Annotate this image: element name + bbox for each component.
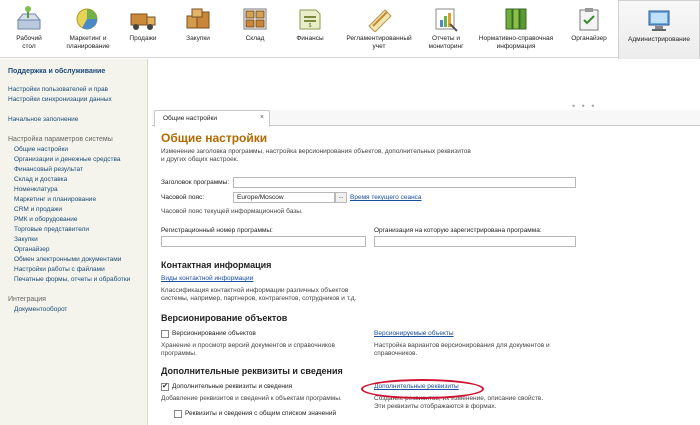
reg-number-input[interactable] bbox=[161, 236, 366, 247]
section-sales[interactable]: Продажи bbox=[118, 0, 168, 58]
warehouse-icon bbox=[243, 8, 267, 30]
tab-bar: Общие настройки × bbox=[152, 110, 700, 127]
section-warehouse[interactable]: Склад bbox=[228, 0, 282, 58]
marketing-icon bbox=[76, 8, 98, 30]
program-title-input[interactable] bbox=[233, 177, 576, 188]
section-reference[interactable]: Нормативно-справочная информация bbox=[472, 0, 560, 58]
timezone-input[interactable]: Europe/Moscow bbox=[233, 192, 335, 203]
highlight-annotation bbox=[361, 379, 484, 399]
sidebar: Поддержка и обслуживание Настройки польз… bbox=[0, 59, 148, 425]
contact-types-link[interactable]: Виды контактной информации bbox=[161, 275, 253, 282]
desktop-icon bbox=[16, 6, 42, 30]
sidebar-group-params: Настройка параметров системы bbox=[8, 136, 113, 143]
sidebar-item-sync[interactable]: Настройки синхронизации данных bbox=[8, 96, 112, 103]
versioning-checkbox[interactable] bbox=[161, 330, 169, 338]
section-label: Администрирование bbox=[628, 36, 690, 43]
section-label: Органайзер bbox=[571, 35, 607, 42]
section-admin[interactable]: Администрирование bbox=[618, 0, 700, 59]
sidebar-item-rmk[interactable]: РМК и оборудование bbox=[14, 216, 77, 223]
section-finance[interactable]: $ Финансы bbox=[282, 0, 338, 58]
sidebar-item-users[interactable]: Настройки пользователей и прав bbox=[8, 86, 108, 93]
section-label: Закупки bbox=[186, 35, 210, 42]
tab-general-settings[interactable]: Общие настройки × bbox=[154, 110, 270, 127]
section-accounting[interactable]: Регламентированный учет bbox=[338, 0, 420, 58]
common-list-checkbox[interactable] bbox=[174, 410, 182, 418]
sidebar-item-general[interactable]: Общие настройки bbox=[14, 146, 68, 153]
sidebar-item-edi[interactable]: Обмен электронными документами bbox=[14, 256, 121, 263]
reg-number-label: Регистрационный номер программы: bbox=[161, 227, 273, 234]
sidebar-item-purchases[interactable]: Закупки bbox=[14, 236, 38, 243]
sidebar-item-fin-result[interactable]: Финансовый результат bbox=[14, 166, 83, 173]
additional-checkbox[interactable]: ✔ bbox=[161, 383, 169, 391]
svg-text:$: $ bbox=[309, 23, 312, 29]
versioned-objects-link[interactable]: Версионируемые объекты bbox=[374, 330, 454, 337]
sidebar-item-marketing[interactable]: Маркетинг и планирование bbox=[14, 196, 96, 203]
page-title: Общие настройки bbox=[161, 131, 268, 145]
versioning-section-title: Версионирование объектов bbox=[161, 313, 288, 323]
section-marketing[interactable]: Маркетинг и планирование bbox=[58, 0, 118, 58]
section-desktop[interactable]: Рабочий стол bbox=[0, 0, 58, 58]
organizer-icon bbox=[579, 8, 599, 31]
sales-icon bbox=[130, 13, 156, 30]
tab-label: Общие настройки bbox=[163, 115, 217, 122]
sidebar-item-files[interactable]: Настройки работы с файлами bbox=[14, 266, 105, 273]
main-area: Общие настройки × Общие настройки Измене… bbox=[152, 110, 700, 425]
admin-icon bbox=[648, 10, 670, 31]
sections-panel: Рабочий стол Маркетинг и планирование Пр… bbox=[0, 0, 700, 59]
contact-section-title: Контактная информация bbox=[161, 260, 272, 270]
section-label: Продажи bbox=[129, 35, 157, 42]
section-label: Отчеты и мониторинг bbox=[428, 35, 464, 50]
accounting-icon bbox=[368, 9, 392, 32]
section-label: Рабочий стол bbox=[16, 35, 42, 50]
sidebar-item-reps[interactable]: Торговые представители bbox=[14, 226, 89, 233]
sidebar-item-initial-fill[interactable]: Начальное заполнение bbox=[8, 116, 78, 123]
sidebar-item-warehouse[interactable]: Склад и доставка bbox=[14, 176, 67, 183]
sidebar-group-support: Поддержка и обслуживание bbox=[8, 68, 106, 75]
sidebar-item-crm[interactable]: CRM и продажи bbox=[14, 206, 62, 213]
page-description: Изменение заголовка программы, настройка… bbox=[161, 148, 471, 163]
timezone-select-button[interactable]: ... bbox=[335, 192, 347, 203]
section-label: Нормативно-справочная информация bbox=[478, 35, 554, 50]
finance-icon: $ bbox=[299, 9, 321, 30]
purchases-icon bbox=[186, 8, 210, 29]
section-label: Склад bbox=[245, 35, 265, 42]
section-label: Финансы bbox=[296, 35, 324, 42]
timezone-label: Часовой пояс: bbox=[161, 194, 205, 201]
sidebar-item-print-forms[interactable]: Печатные формы, отчеты и обработки bbox=[14, 276, 130, 283]
versioning-description: Хранение и просмотр версий документов и … bbox=[161, 342, 335, 357]
timezone-hint: Часовой пояс текущей информационной базы… bbox=[161, 208, 303, 215]
close-icon[interactable]: × bbox=[260, 114, 264, 121]
section-reports[interactable]: Отчеты и мониторинг bbox=[420, 0, 472, 58]
section-label: Регламентированный учет bbox=[346, 35, 412, 50]
program-title-label: Заголовок программы: bbox=[161, 179, 230, 186]
sidebar-item-docflow[interactable]: Документооборот bbox=[14, 306, 67, 313]
section-organizer[interactable]: Органайзер bbox=[560, 0, 618, 58]
sidebar-item-orgs[interactable]: Организации и денежные средства bbox=[14, 156, 120, 163]
reference-icon bbox=[505, 8, 527, 30]
section-label: Маркетинг и планирование bbox=[66, 35, 110, 50]
additional-checkbox-label: Дополнительные реквизиты и сведения bbox=[172, 383, 293, 390]
session-time-link[interactable]: Время текущего сеанса bbox=[350, 194, 422, 201]
sidebar-group-integration: Интеграция bbox=[8, 296, 46, 303]
sidebar-item-nomenclature[interactable]: Номенклатура bbox=[14, 186, 58, 193]
additional-description: Добавление реквизитов и сведений к объек… bbox=[161, 395, 342, 402]
common-list-checkbox-label: Реквизиты и сведения с общим списком зна… bbox=[185, 410, 337, 417]
versioned-objects-description: Настройка вариантов версионирования для … bbox=[374, 342, 550, 357]
reg-org-label: Организация на которую зарегистрирована … bbox=[374, 227, 542, 234]
versioning-checkbox-label: Версионирование объектов bbox=[172, 330, 256, 337]
reports-icon bbox=[435, 8, 458, 32]
sidebar-item-organizer[interactable]: Органайзер bbox=[14, 246, 50, 253]
contact-description: Классификация контактной информации разл… bbox=[161, 287, 357, 302]
section-purchases[interactable]: Закупки bbox=[168, 0, 228, 58]
reg-org-input[interactable] bbox=[374, 236, 576, 247]
additional-section-title: Дополнительные реквизиты и сведения bbox=[161, 366, 343, 376]
